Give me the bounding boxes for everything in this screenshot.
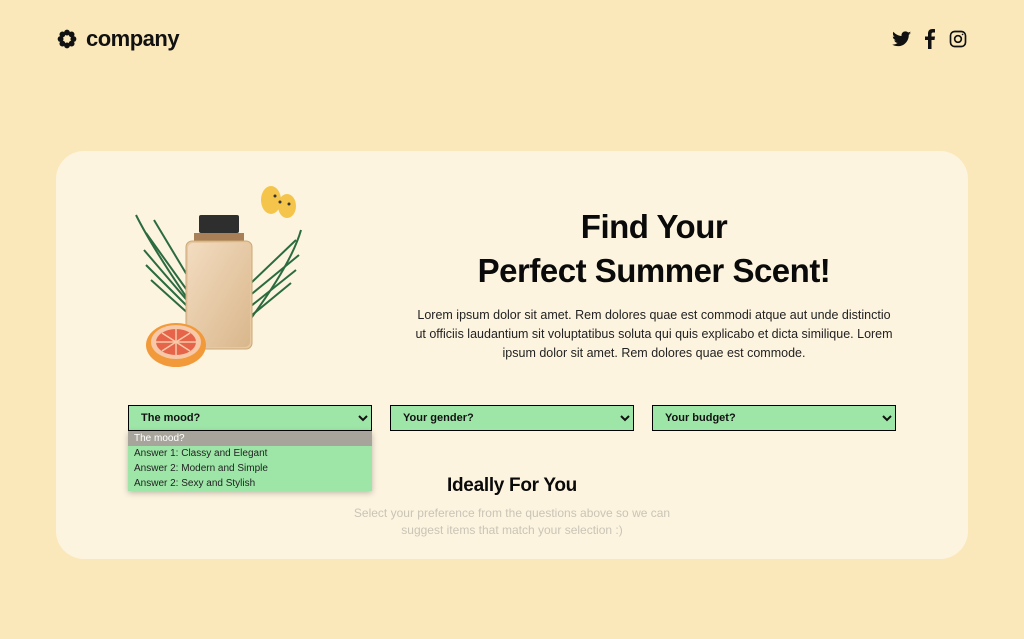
social-links [892,29,968,49]
mood-option-3[interactable]: Answer 2: Sexy and Stylish [128,476,372,491]
mood-option-placeholder[interactable]: The mood? [128,431,372,446]
instagram-icon[interactable] [948,29,968,49]
hero-description: Lorem ipsum dolor sit amet. Rem dolores … [414,306,894,362]
flower-icon [56,28,78,50]
mood-option-2[interactable]: Answer 2: Modern and Simple [128,461,372,476]
results-hint: Select your preference from the question… [56,505,968,540]
budget-select[interactable]: Your budget? [652,405,896,431]
mood-option-1[interactable]: Answer 1: Classy and Elegant [128,446,372,461]
twitter-icon[interactable] [892,29,912,49]
brand-name: company [86,26,179,52]
facebook-icon[interactable] [924,29,936,49]
mood-select-wrap: The mood? The mood? Answer 1: Classy and… [128,405,372,431]
hero-title: Find Your Perfect Summer Scent! [380,205,928,292]
mood-select[interactable]: The mood? [128,405,372,431]
mood-dropdown-panel: The mood? Answer 1: Classy and Elegant A… [128,431,372,491]
main-card: Find Your Perfect Summer Scent! Lorem ip… [56,151,968,559]
product-illustration [96,175,356,375]
brand-logo: company [56,26,179,52]
gender-select[interactable]: Your gender? [390,405,634,431]
